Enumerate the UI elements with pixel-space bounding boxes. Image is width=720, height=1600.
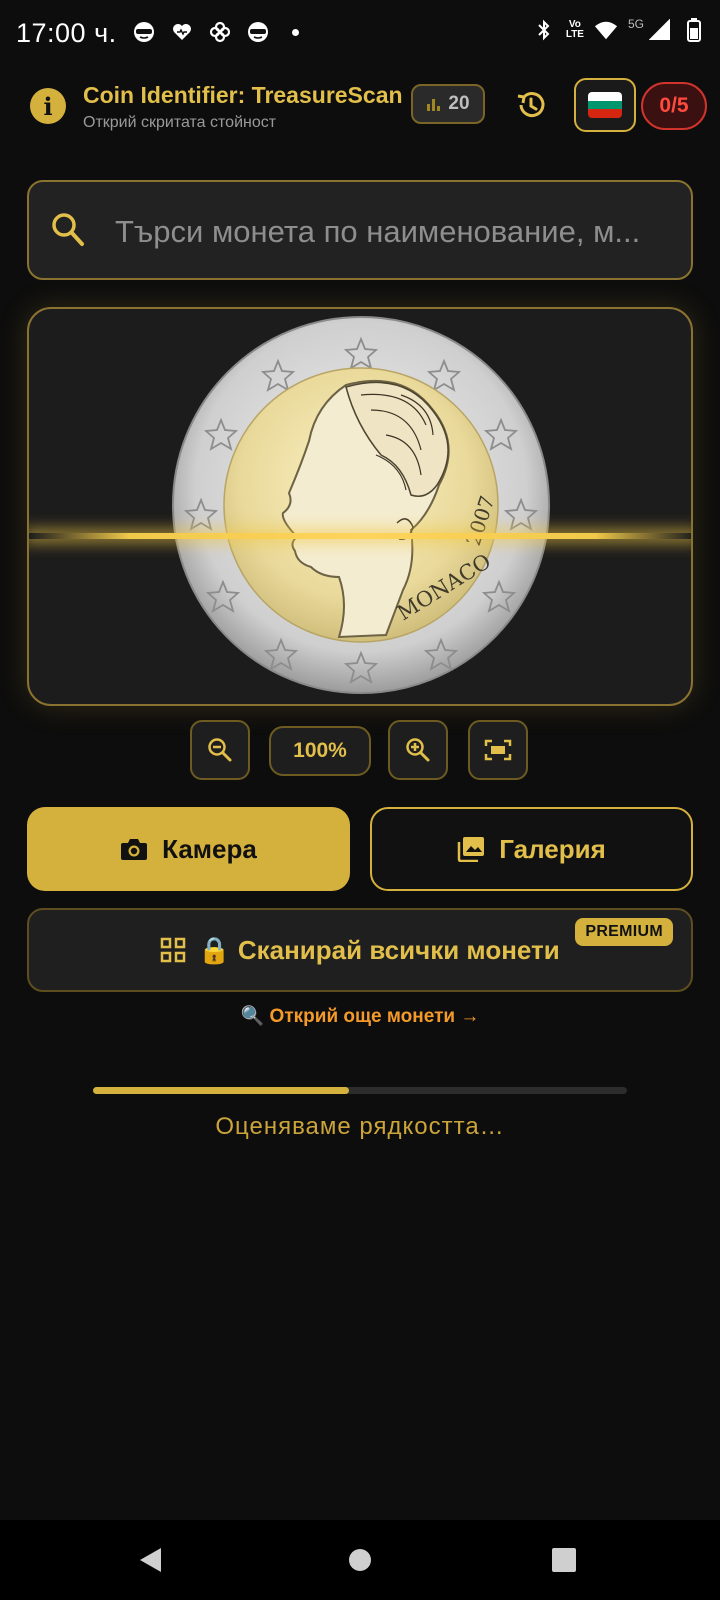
fit-screen-button[interactable] bbox=[468, 720, 528, 780]
recents-icon bbox=[552, 1548, 576, 1572]
stats-count: 20 bbox=[448, 93, 470, 114]
scan-quota-badge[interactable]: 0/5 bbox=[641, 82, 707, 130]
bulgaria-flag-icon bbox=[588, 92, 622, 118]
search-icon bbox=[52, 213, 84, 246]
progress-fill bbox=[93, 1087, 350, 1094]
scan-all-coins-button[interactable]: 🔒 Сканирай всички монети PREMIUM bbox=[27, 908, 693, 992]
info-icon[interactable]: i bbox=[30, 88, 66, 124]
network-type-label: 5G bbox=[627, 17, 644, 31]
zoom-in-icon bbox=[406, 738, 430, 762]
pinwheel-notification-icon bbox=[208, 20, 232, 44]
grid-icon bbox=[161, 937, 186, 963]
heart-notification-icon bbox=[170, 20, 194, 44]
history-icon bbox=[517, 92, 545, 118]
wifi-icon bbox=[594, 18, 618, 42]
mask-notification-icon bbox=[132, 20, 156, 44]
app-subtitle: Открий скритата стойност bbox=[83, 114, 277, 131]
discover-more-link[interactable]: 🔍 Открий още монети → bbox=[0, 1004, 720, 1028]
gallery-label: Галерия bbox=[499, 833, 606, 864]
gallery-button[interactable]: Галерия bbox=[370, 807, 693, 891]
app-title: Coin Identifier: TreasureScan bbox=[83, 82, 403, 108]
scan-preview[interactable]: MONACO 2007 bbox=[27, 307, 693, 706]
progress-status-text: Оценяваме рядкостта… bbox=[215, 1113, 505, 1140]
notification-icons bbox=[132, 20, 299, 44]
language-button[interactable] bbox=[574, 78, 636, 132]
app-header: i Coin Identifier: TreasureScan Открий с… bbox=[0, 74, 720, 142]
premium-badge: PREMIUM bbox=[575, 918, 673, 946]
recents-button[interactable] bbox=[544, 1540, 584, 1580]
bluetooth-icon bbox=[532, 18, 556, 42]
zoom-level: 100% bbox=[269, 726, 371, 776]
volte-icon: Vo LTE bbox=[565, 19, 584, 40]
gallery-icon bbox=[457, 837, 485, 862]
mask-notification-icon-2 bbox=[246, 20, 270, 44]
signal-icon bbox=[648, 18, 672, 42]
coin-image: MONACO 2007 bbox=[172, 316, 550, 694]
back-icon bbox=[140, 1548, 161, 1572]
battery-icon bbox=[682, 18, 706, 42]
stats-button[interactable]: 20 bbox=[411, 84, 485, 124]
system-navigation-bar bbox=[0, 1520, 720, 1600]
scan-line bbox=[29, 533, 691, 539]
zoom-in-button[interactable] bbox=[388, 720, 448, 780]
status-time: 17:00 ч. bbox=[16, 18, 117, 48]
camera-button[interactable]: Камера bbox=[27, 807, 350, 891]
home-icon bbox=[349, 1549, 371, 1571]
back-button[interactable] bbox=[131, 1540, 171, 1580]
zoom-out-button[interactable] bbox=[190, 720, 250, 780]
search-bar[interactable] bbox=[27, 180, 693, 280]
history-button[interactable] bbox=[512, 86, 550, 124]
camera-icon bbox=[121, 839, 148, 860]
camera-label: Камера bbox=[162, 833, 257, 864]
analysis-progress-bar bbox=[93, 1087, 627, 1094]
search-input[interactable] bbox=[113, 206, 677, 258]
status-bar: 17:00 ч. Vo LTE 5G bbox=[0, 0, 720, 68]
bar-chart-icon bbox=[427, 99, 441, 111]
zoom-controls: 100% bbox=[0, 720, 720, 784]
home-button[interactable] bbox=[340, 1540, 380, 1580]
zoom-out-icon bbox=[208, 738, 232, 762]
fit-screen-icon bbox=[484, 739, 512, 761]
scan-all-label: 🔒 Сканирай всички монети bbox=[198, 934, 560, 965]
system-icons: Vo LTE 5G bbox=[532, 17, 706, 42]
more-notifications-dot-icon bbox=[292, 28, 299, 36]
